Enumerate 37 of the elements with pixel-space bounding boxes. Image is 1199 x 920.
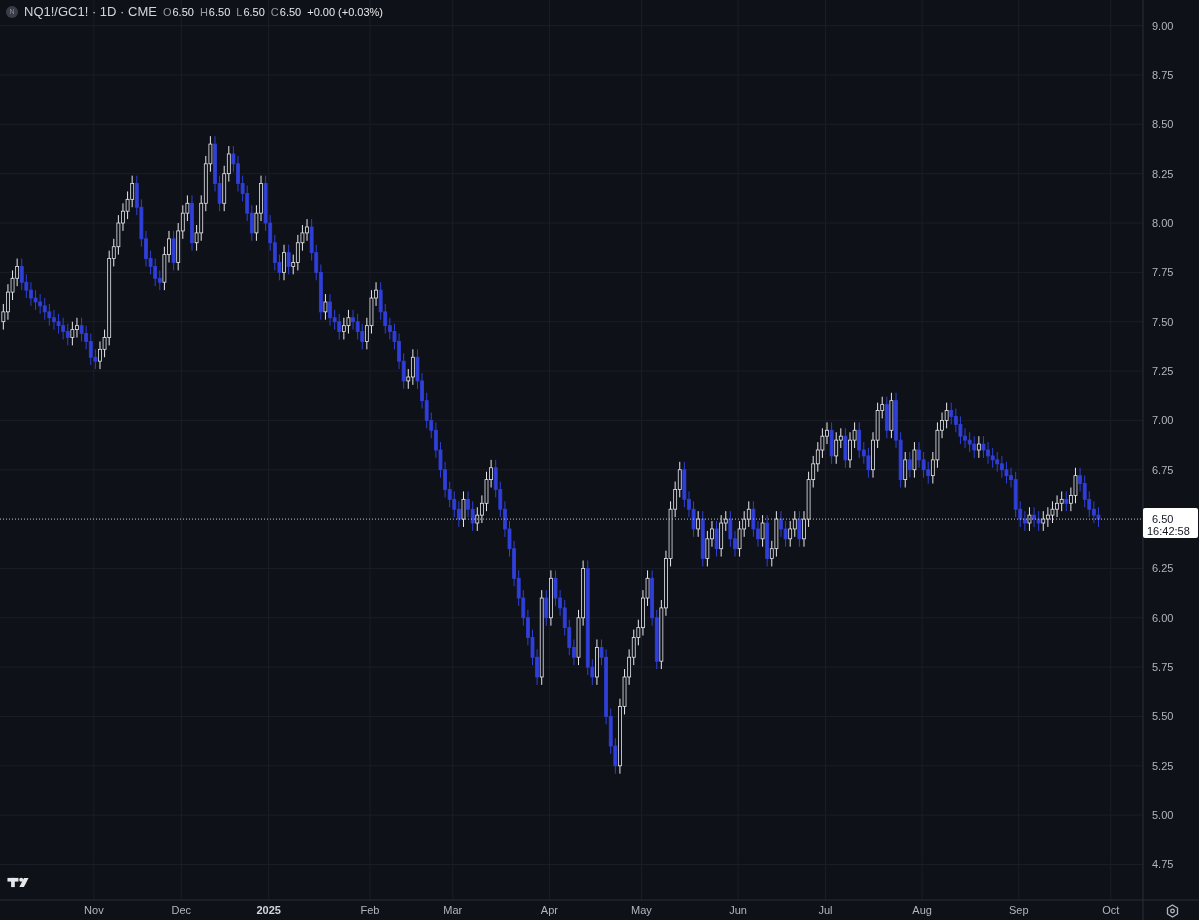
ohlc-value: O6.50 bbox=[162, 5, 194, 18]
price-axis-label: 4.75 bbox=[1152, 858, 1174, 871]
time-axis-label: Nov bbox=[84, 904, 104, 916]
price-axis-label: 7.00 bbox=[1152, 414, 1174, 427]
time-axis-label: 2025 bbox=[256, 904, 281, 916]
price-axis-label: 8.00 bbox=[1152, 217, 1174, 230]
time-axis-label: Oct bbox=[1102, 904, 1120, 916]
time-axis-label: Sep bbox=[1008, 904, 1029, 916]
time-axis-label: Jul bbox=[818, 904, 833, 916]
price-axis-label: 5.00 bbox=[1152, 809, 1174, 822]
price-axis-label: 5.75 bbox=[1152, 661, 1174, 674]
time-axis-label: May bbox=[631, 904, 652, 916]
price-axis-label: 7.75 bbox=[1152, 266, 1174, 279]
price-axis-label: 5.25 bbox=[1152, 759, 1174, 772]
countdown-label: 16:42:58 bbox=[1147, 525, 1190, 538]
price-axis-label: 5.50 bbox=[1152, 710, 1174, 723]
ohlc-value: C6.50 bbox=[270, 5, 302, 18]
time-axis-label: Jun bbox=[729, 904, 747, 916]
last-price-label: 6.50 bbox=[1152, 513, 1174, 526]
time-axis-label: Dec bbox=[171, 904, 192, 916]
symbol-title[interactable]: NQ1!/GC1! · 1D · CME bbox=[24, 4, 157, 19]
time-axis-label: Aug bbox=[912, 904, 932, 916]
price-axis-label: 8.25 bbox=[1152, 167, 1174, 180]
price-axis-label: 6.00 bbox=[1152, 611, 1174, 624]
price-change: +0.00 (+0.03%) bbox=[307, 5, 384, 18]
price-axis-label: 7.50 bbox=[1152, 315, 1174, 328]
price-axis-label: 8.50 bbox=[1152, 118, 1174, 131]
ohlc-value: H6.50 bbox=[199, 5, 231, 18]
time-axis-label: Feb bbox=[360, 904, 380, 916]
price-axis-label: 6.75 bbox=[1152, 463, 1174, 476]
time-axis-label: Apr bbox=[540, 904, 558, 916]
price-axis-label: 9.00 bbox=[1152, 19, 1174, 32]
price-axis-label: 7.25 bbox=[1152, 365, 1174, 378]
price-axis-label: 8.75 bbox=[1152, 69, 1174, 81]
price-axis-label: 6.25 bbox=[1152, 562, 1174, 575]
ohlc-value: L6.50 bbox=[236, 5, 265, 18]
time-axis-label: Mar bbox=[443, 904, 463, 916]
